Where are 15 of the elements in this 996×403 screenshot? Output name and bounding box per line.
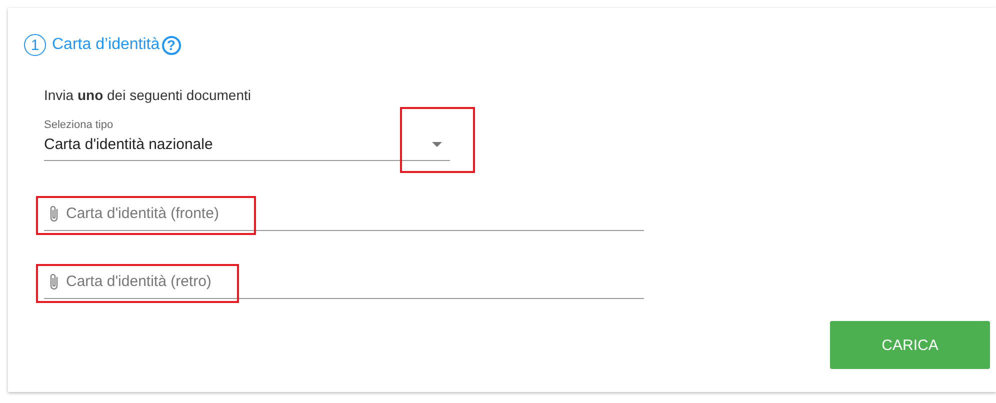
paperclip-icon [48, 272, 60, 292]
type-select[interactable]: Seleziona tipo Carta d'identità nazionale [44, 119, 450, 161]
dropdown-arrow-icon[interactable] [432, 142, 442, 147]
file-placeholder: Carta d'identità (retro) [66, 273, 212, 290]
step-number: 1 [24, 34, 46, 56]
select-label: Seleziona tipo [44, 119, 114, 131]
help-icon[interactable]: ? [162, 36, 181, 54]
upload-button[interactable]: CARICA [830, 321, 990, 369]
select-value: Carta d'identità nazionale [44, 136, 213, 153]
file-field[interactable]: Carta d'identità (retro) [44, 265, 644, 299]
paperclip-icon [48, 204, 60, 224]
file-placeholder: Carta d'identità (fronte) [66, 205, 219, 222]
section-title: Carta d’identità [52, 36, 160, 54]
instruction-text: Invia uno dei seguenti documenti [44, 87, 252, 103]
file-field[interactable]: Carta d'identità (fronte) [44, 197, 644, 231]
